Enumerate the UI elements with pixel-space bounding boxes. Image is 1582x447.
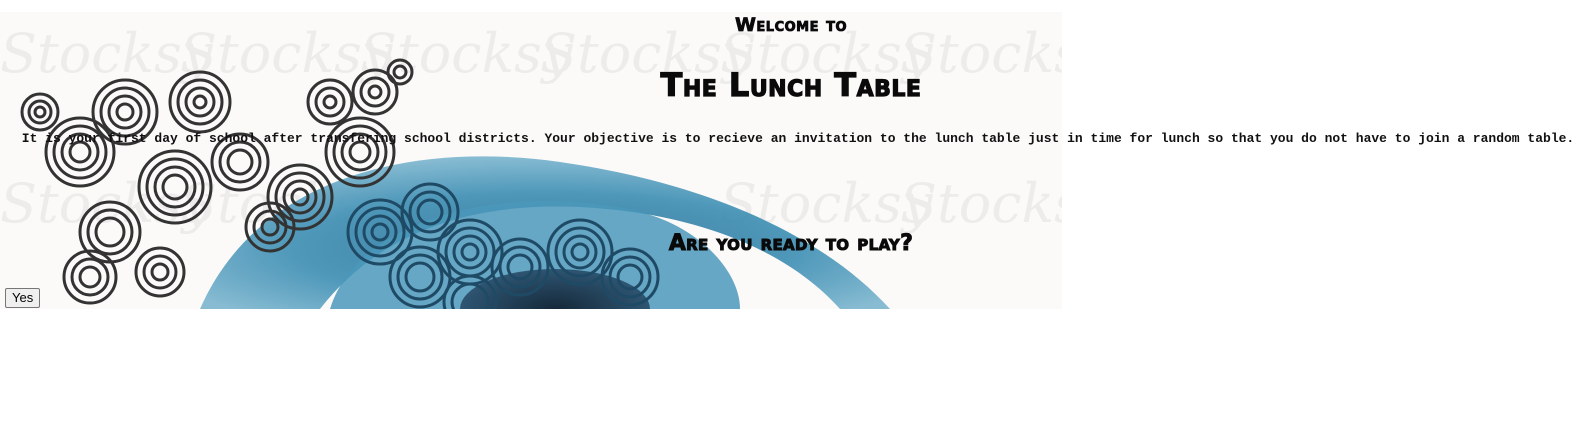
watercolor-swirls-illustration: Stocksy Stocksy Stocksy Stocksy Stocksy … bbox=[0, 22, 1062, 309]
background-watercolor-image: Stocksy Stocksy Stocksy Stocksy Stocksy … bbox=[0, 12, 1062, 309]
intro-text: It is your first day of school after tra… bbox=[21, 131, 1575, 146]
welcome-heading: Welcome to bbox=[734, 14, 848, 37]
svg-text:Stocksy: Stocksy bbox=[900, 172, 1062, 235]
ready-prompt-heading: Are you ready to play? bbox=[668, 231, 914, 257]
page: Stocksy Stocksy Stocksy Stocksy Stocksy … bbox=[0, 0, 1582, 447]
page-title: The Lunch Table bbox=[660, 65, 922, 104]
yes-button[interactable]: Yes bbox=[5, 288, 41, 308]
